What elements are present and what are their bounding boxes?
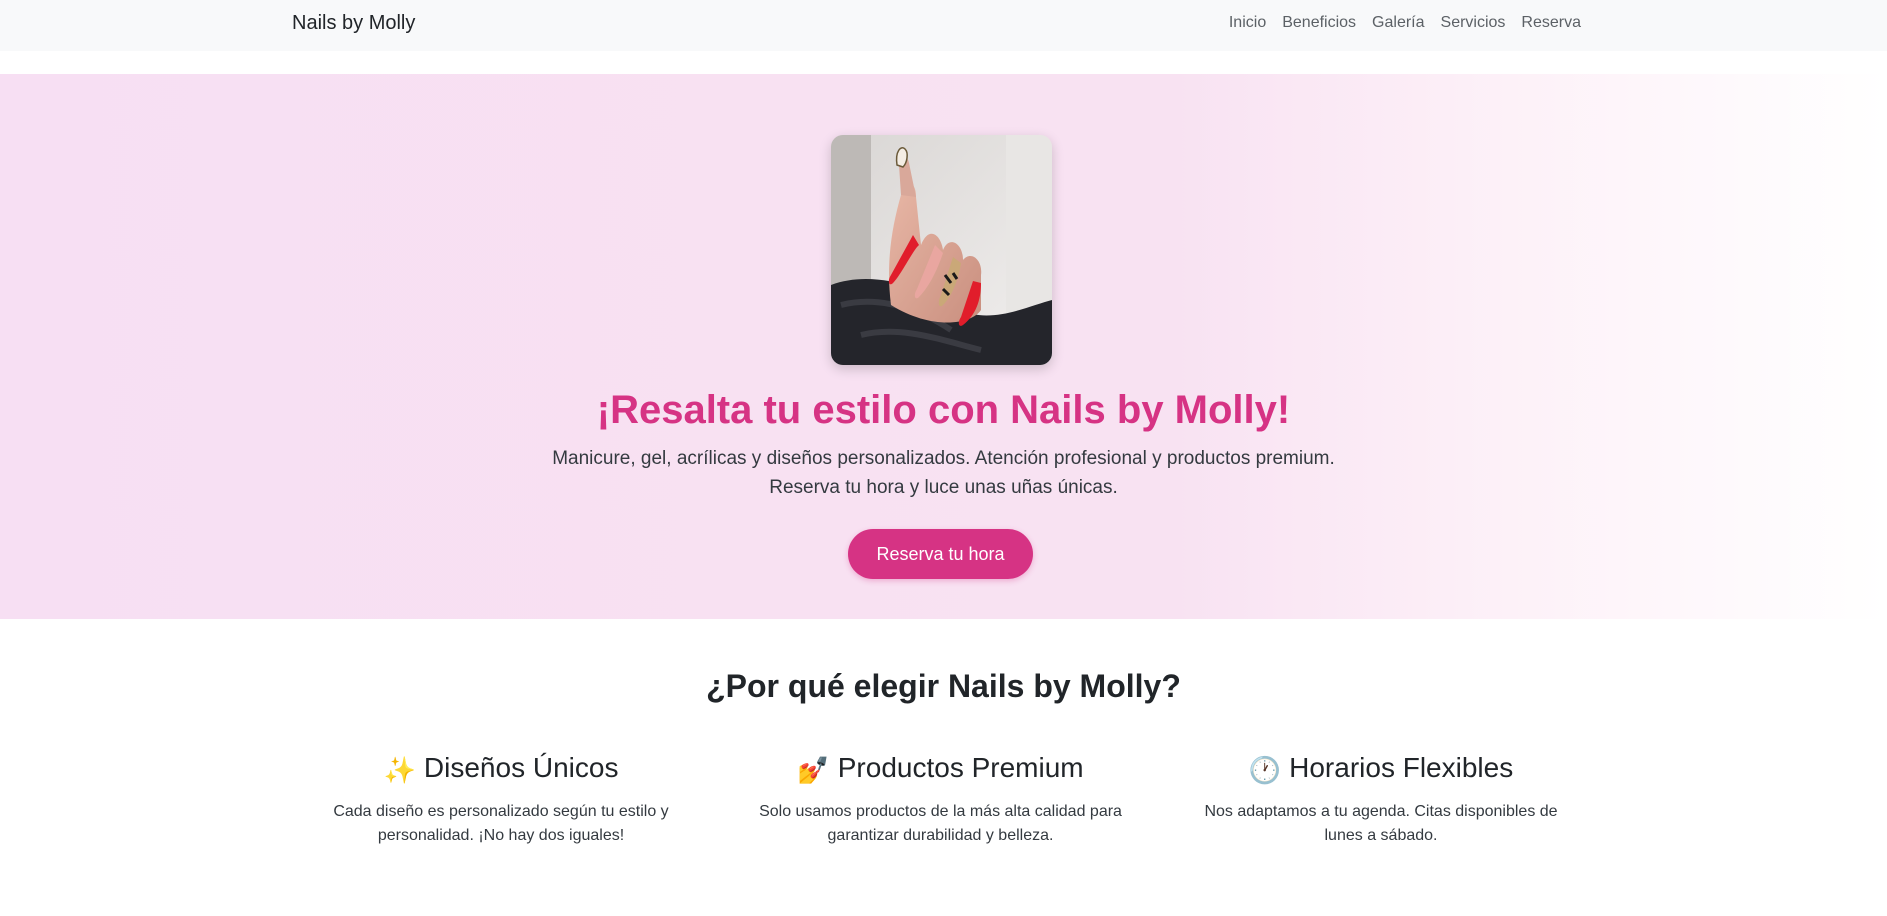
nav-links: Inicio Beneficios Galería Servicios Rese…	[1229, 14, 1581, 32]
nail-polish-icon: 💅	[797, 755, 830, 785]
nav-link-servicios[interactable]: Servicios	[1441, 14, 1506, 32]
feature-title-text: Horarios Flexibles	[1289, 752, 1514, 783]
feature-desc-line-2: lunes a sábado.	[1324, 827, 1438, 844]
hero-subtitle-line-1: Manicure, gel, acrílicas y diseños perso…	[552, 448, 1335, 469]
nav-link-inicio[interactable]: Inicio	[1229, 14, 1266, 32]
feature-title: 💅 Productos Premium	[752, 752, 1129, 786]
feature-desc-line-1: Solo usamos productos de la más alta cal…	[759, 803, 1122, 820]
feature-description: Nos adaptamos a tu agenda. Citas disponi…	[1198, 800, 1564, 848]
feature-title: ✨ Diseños Únicos	[322, 752, 680, 786]
book-appointment-button[interactable]: Reserva tu hora	[848, 529, 1033, 579]
nav-link-reserva[interactable]: Reserva	[1521, 14, 1581, 32]
hero-nails-photo	[831, 135, 1052, 365]
why-section-title: ¿Por qué elegir Nails by Molly?	[706, 668, 1181, 704]
feature-premium-products: 💅 Productos Premium Solo usamos productos…	[752, 752, 1129, 848]
hero-subtitle-line-2: Reserva tu hora y luce unas uñas únicas.	[769, 477, 1118, 498]
feature-description: Cada diseño es personalizado según tu es…	[322, 800, 680, 848]
brand-logo-text[interactable]: Nails by Molly	[292, 12, 415, 35]
nav-link-galeria[interactable]: Galería	[1372, 14, 1424, 32]
feature-desc-line-2: garantizar durabilidad y belleza.	[827, 827, 1054, 844]
navbar: Nails by Molly Inicio Beneficios Galería…	[0, 0, 1887, 51]
hero-title: ¡Resalta tu estilo con Nails by Molly!	[596, 388, 1291, 432]
feature-flexible-hours: 🕐 Horarios Flexibles Nos adaptamos a tu a…	[1198, 752, 1564, 848]
sparkles-icon: ✨	[383, 755, 416, 785]
hero-section: ¡Resalta tu estilo con Nails by Molly! M…	[0, 74, 1887, 619]
feature-description: Solo usamos productos de la más alta cal…	[752, 800, 1129, 848]
hero-subtitle: Manicure, gel, acrílicas y diseños perso…	[0, 444, 1887, 502]
feature-title: 🕐 Horarios Flexibles	[1198, 752, 1564, 786]
feature-desc-line-2: personalidad. ¡No hay dos iguales!	[377, 827, 625, 844]
feature-unique-designs: ✨ Diseños Únicos Cada diseño es personali…	[322, 752, 680, 848]
feature-desc-line-1: Cada diseño es personalizado según tu es…	[333, 803, 669, 820]
feature-title-text: Productos Premium	[837, 752, 1084, 783]
feature-desc-line-1: Nos adaptamos a tu agenda. Citas disponi…	[1204, 803, 1558, 820]
clock-icon: 🕐	[1248, 755, 1282, 785]
nav-link-beneficios[interactable]: Beneficios	[1282, 14, 1356, 32]
feature-title-text: Diseños Únicos	[423, 752, 619, 783]
